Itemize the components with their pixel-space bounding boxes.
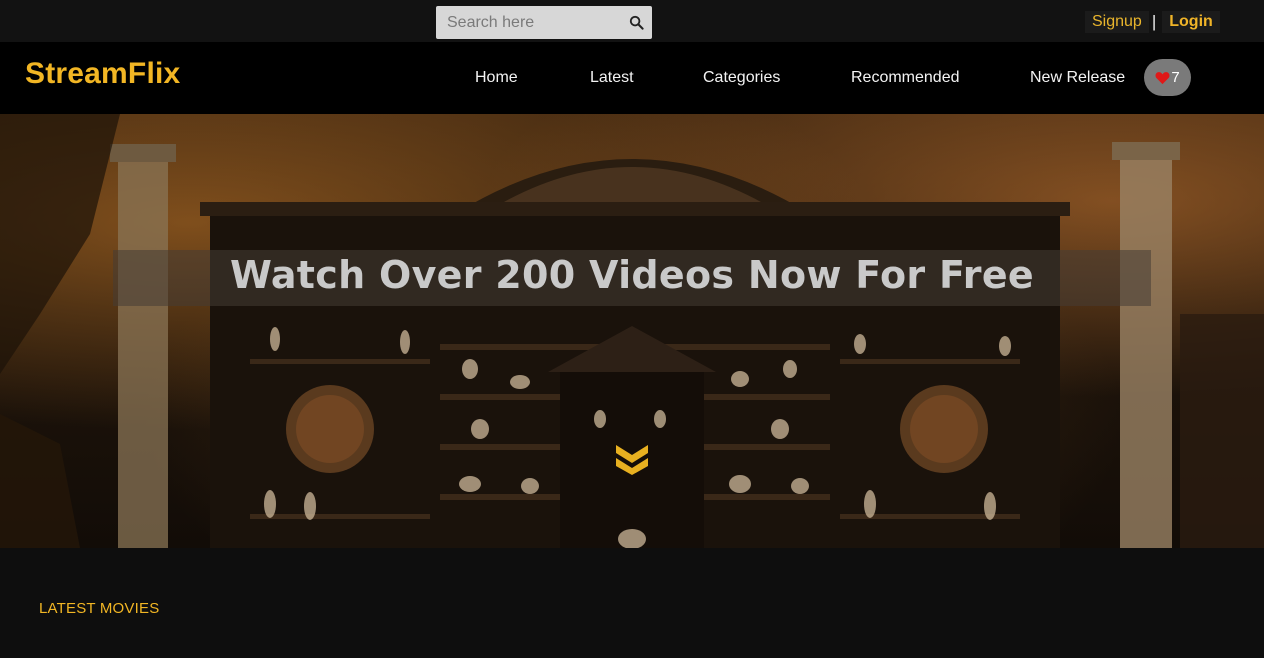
nav-home[interactable]: Home bbox=[475, 69, 518, 87]
favorites-count: 7 bbox=[1171, 69, 1180, 86]
hero-banner: Watch Over 200 Videos Now For Free bbox=[0, 114, 1264, 548]
search-icon[interactable] bbox=[629, 15, 644, 30]
main-navbar: StreamFlix Home Latest Categories Recomm… bbox=[0, 42, 1264, 114]
nav-latest[interactable]: Latest bbox=[590, 69, 634, 87]
search-input[interactable] bbox=[436, 6, 626, 39]
hero-title: Watch Over 200 Videos Now For Free bbox=[230, 253, 1034, 297]
latest-movies-heading: LATEST MOVIES bbox=[39, 600, 160, 617]
top-bar: Signup | Login bbox=[0, 0, 1264, 42]
brand-logo[interactable]: StreamFlix bbox=[25, 57, 180, 91]
auth-links: Signup | Login bbox=[1085, 9, 1220, 34]
heart-icon bbox=[1155, 71, 1170, 84]
nav-new-release[interactable]: New Release bbox=[1030, 69, 1125, 87]
signup-link[interactable]: Signup bbox=[1085, 10, 1149, 33]
nav-categories[interactable]: Categories bbox=[703, 69, 780, 87]
favorites-button[interactable]: 7 bbox=[1144, 59, 1191, 96]
double-chevron-down-icon[interactable] bbox=[614, 442, 650, 476]
nav-recommended[interactable]: Recommended bbox=[851, 69, 960, 87]
auth-separator: | bbox=[1151, 11, 1157, 31]
hero-background-image bbox=[0, 114, 1264, 548]
search-box[interactable] bbox=[436, 6, 652, 39]
login-link[interactable]: Login bbox=[1162, 10, 1220, 33]
